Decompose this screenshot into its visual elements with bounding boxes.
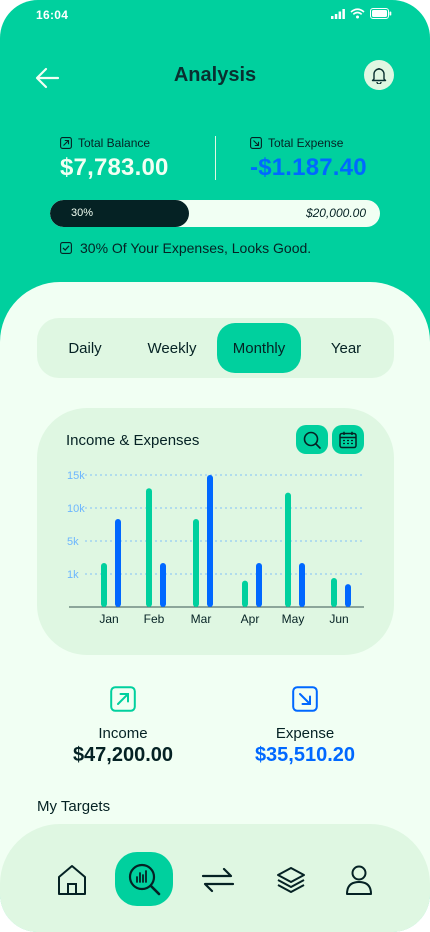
total-balance-label: Total Balance — [78, 136, 151, 150]
status-bar: 16:04 — [0, 0, 430, 30]
bell-icon — [371, 68, 387, 84]
progress-target: $20,000.00 — [305, 206, 366, 220]
expense-bar — [207, 475, 213, 607]
calendar-icon — [339, 431, 357, 448]
total-expense-label: Total Expense — [268, 136, 344, 150]
nav-home[interactable] — [44, 852, 100, 908]
x-tick-label: Jun — [329, 612, 348, 626]
total-expense: Total Expense -$1.187.40 — [250, 136, 367, 182]
income-bar — [331, 577, 337, 607]
transactions-icon — [201, 867, 235, 893]
income-bar — [193, 519, 199, 607]
nav-profile[interactable] — [331, 852, 387, 908]
chart-title: Income & Expenses — [66, 432, 200, 449]
progress-percent: 30% — [71, 207, 94, 219]
period-tabs: Daily Weekly Monthly Year — [37, 318, 394, 378]
budget-note: 30% Of Your Expenses, Looks Good. — [60, 240, 311, 256]
status-icons — [331, 8, 392, 19]
expense-bar — [115, 519, 121, 607]
budget-note-text: 30% Of Your Expenses, Looks Good. — [80, 240, 312, 256]
tab-daily[interactable]: Daily — [43, 323, 127, 373]
income-bar — [146, 488, 152, 607]
income-expense-chart-card: 1k 5k 10k 15k Jan Feb Mar Apr May Jun Income & Ex… — [37, 408, 394, 655]
battery-icon — [370, 8, 392, 19]
x-tick-label: Jan — [99, 612, 118, 626]
x-tick-label: Apr — [241, 612, 260, 626]
expense-bar — [256, 563, 262, 607]
my-targets-heading: My Targets — [37, 798, 111, 815]
layers-icon — [277, 867, 305, 893]
arrow-up-right-box-icon — [60, 137, 72, 149]
arrow-down-right-box-icon — [250, 137, 262, 149]
divider — [215, 136, 216, 180]
status-time: 16:04 — [36, 8, 69, 22]
bottom-nav — [0, 824, 430, 932]
budget-progress-bar: 30% $20,000.00 — [50, 200, 380, 227]
total-balance: Total Balance $7,783.00 — [60, 136, 169, 182]
income-label: Income — [98, 725, 148, 742]
y-tick-label: 15k — [67, 470, 85, 482]
x-tick-label: May — [282, 612, 305, 626]
tab-monthly[interactable]: Monthly — [217, 323, 301, 373]
home-icon — [58, 865, 86, 895]
phone-screen: 16:04 Analysis Total Balance $7,783.00 T… — [0, 0, 430, 932]
income-summary: Income $47,200.00 — [43, 686, 203, 767]
y-tick-label: 10k — [67, 503, 85, 515]
checkbox-icon — [60, 242, 72, 254]
total-balance-value: $7,783.00 — [60, 154, 169, 181]
chart-calendar-button[interactable] — [332, 425, 364, 454]
expense-bar — [345, 584, 351, 607]
notifications-button[interactable] — [364, 60, 394, 90]
tab-weekly[interactable]: Weekly — [130, 323, 214, 373]
income-arrow-icon — [110, 686, 136, 712]
analysis-icon — [128, 863, 161, 896]
expense-arrow-icon — [292, 686, 318, 712]
y-tick-label: 5k — [67, 536, 79, 548]
expense-label: Expense — [275, 725, 335, 742]
profile-icon — [346, 865, 372, 895]
x-tick-label: Mar — [191, 612, 212, 626]
expense-bar — [299, 563, 305, 607]
wifi-icon — [350, 8, 365, 19]
expense-bar — [160, 563, 166, 607]
app-header: Analysis — [0, 58, 430, 98]
nav-categories[interactable] — [263, 852, 319, 908]
income-bar — [101, 563, 107, 607]
total-expense-value: -$1.187.40 — [250, 154, 367, 181]
expense-summary: Expense $35,510.20 — [225, 686, 385, 767]
expense-value: $35,510.20 — [254, 744, 356, 766]
nav-transactions[interactable] — [190, 852, 246, 908]
income-bar — [285, 492, 291, 607]
search-icon — [303, 431, 321, 449]
tab-year[interactable]: Year — [304, 323, 388, 373]
income-bar — [242, 580, 248, 607]
y-tick-label: 1k — [67, 569, 79, 581]
x-tick-label: Feb — [144, 612, 165, 626]
chart-search-button[interactable] — [296, 425, 328, 454]
nav-analysis[interactable] — [115, 852, 173, 906]
signal-icon — [331, 8, 345, 19]
income-value: $47,200.00 — [72, 744, 174, 766]
